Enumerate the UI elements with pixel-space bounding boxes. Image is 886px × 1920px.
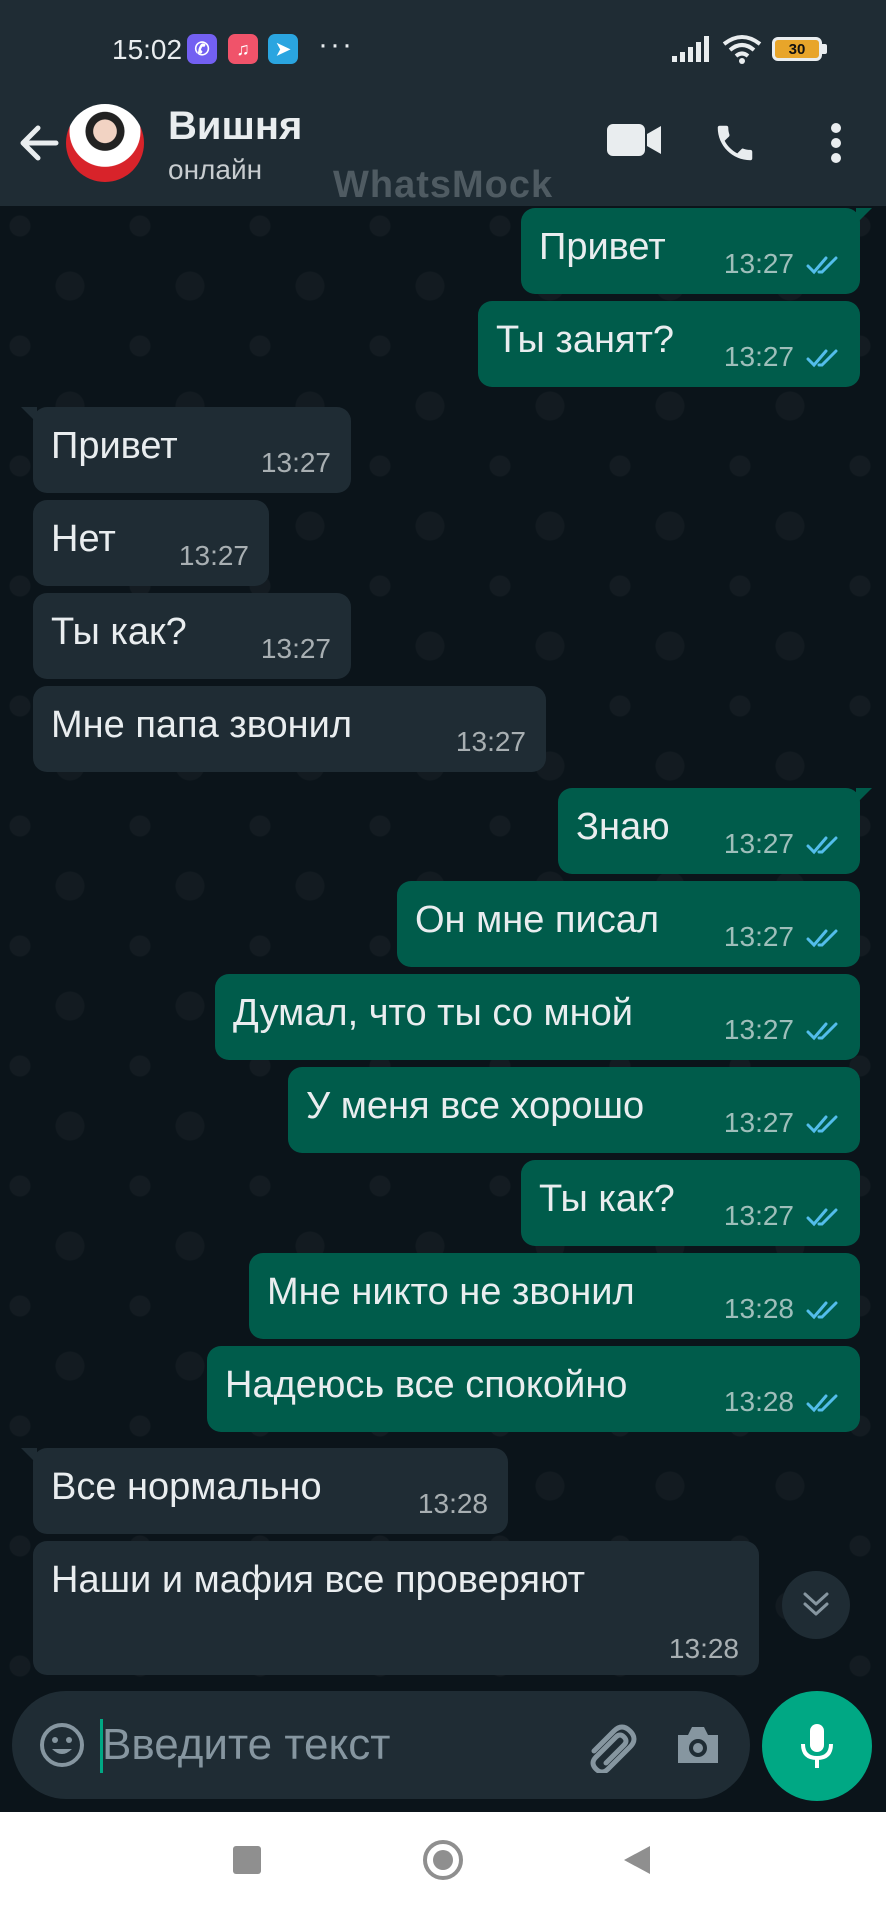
microphone-button[interactable] [762, 1691, 872, 1801]
outgoing-message[interactable]: Думал, что ты со мной 13:27 [215, 974, 860, 1060]
message-text: Ты как? [51, 611, 187, 653]
status-time: 15:02 [112, 34, 183, 65]
message-text: Привет [51, 425, 178, 467]
double-check-icon [806, 1022, 838, 1041]
incoming-message[interactable]: Нет 13:27 [33, 500, 269, 586]
outgoing-message[interactable]: Привет 13:27 [521, 208, 872, 294]
message-text: Знаю [576, 806, 670, 848]
contact-name[interactable]: Вишня [168, 104, 302, 149]
message-time: 13:28 [723, 1293, 794, 1324]
microphone-icon [801, 1724, 833, 1768]
chat-area[interactable]: Привет 13:27 Ты занят? 13:27 Привет 13:2… [0, 206, 886, 1692]
phone-icon[interactable] [712, 120, 758, 166]
back-triangle-icon[interactable] [622, 1844, 652, 1876]
status-bar: 15:02 ✆ ♫ ➤ ··· 30 [0, 0, 886, 82]
more-notifications-icon: ··· [318, 28, 354, 61]
message-text: Наши и мафия все проверяют [51, 1559, 586, 1601]
message-text: Думал, что ты со мной [233, 992, 634, 1034]
message-time: 13:27 [455, 726, 526, 757]
message-text: Ты занят? [496, 319, 675, 361]
outgoing-message[interactable]: Надеюсь все спокойно 13:28 [207, 1346, 860, 1432]
incoming-message[interactable]: Привет 13:27 [21, 407, 351, 493]
outgoing-message[interactable]: Ты занят? 13:27 [478, 301, 860, 387]
double-chevron-down-icon [803, 1592, 829, 1616]
home-button[interactable] [423, 1840, 463, 1880]
message-text: Мне папа звонил [51, 704, 353, 746]
wifi-icon [722, 35, 762, 64]
battery-level: 30 [788, 40, 806, 58]
message-time: 13:27 [178, 540, 249, 571]
message-time: 13:28 [417, 1488, 488, 1519]
double-check-icon [806, 1301, 838, 1320]
incoming-message[interactable]: Наши и мафия все проверяют 13:28 [33, 1541, 759, 1675]
message-time: 13:27 [723, 248, 794, 279]
battery-tip [822, 44, 827, 54]
message-text: Нет [51, 518, 116, 560]
message-time: 13:27 [723, 341, 794, 372]
message-text: Привет [539, 226, 666, 268]
incoming-message[interactable]: Ты как? 13:27 [33, 593, 351, 679]
paperclip-icon[interactable] [584, 1721, 640, 1773]
message-input[interactable] [102, 1715, 562, 1775]
message-composer [12, 1691, 750, 1799]
music-notification-icon: ♫ [228, 34, 258, 64]
message-time: 13:27 [260, 633, 331, 664]
bubble-tail [856, 208, 872, 224]
bubble-tail [21, 407, 37, 423]
incoming-message[interactable]: Все нормально 13:28 [21, 1448, 508, 1534]
outgoing-message[interactable]: Ты как? 13:27 [521, 1160, 860, 1246]
system-navigation-bar [0, 1812, 886, 1920]
message-text: Он мне писал [415, 899, 660, 941]
avatar[interactable] [66, 104, 144, 182]
emoji-icon[interactable] [38, 1721, 86, 1769]
message-time: 13:28 [723, 1386, 794, 1417]
watermark: WhatsMock [333, 164, 554, 206]
battery-icon: 30 [772, 37, 822, 61]
contact-status: онлайн [168, 154, 263, 185]
arrow-left-icon[interactable] [18, 122, 60, 164]
message-time: 13:27 [723, 1014, 794, 1045]
double-check-icon [806, 256, 838, 275]
message-text: Ты как? [539, 1178, 675, 1220]
double-check-icon [806, 1115, 838, 1134]
outgoing-message[interactable]: Знаю 13:27 [558, 788, 872, 874]
message-time: 13:27 [723, 921, 794, 952]
bubble-tail [21, 1448, 37, 1464]
double-check-icon [806, 1394, 838, 1413]
signal-icon [672, 36, 709, 62]
message-text: Все нормально [51, 1466, 322, 1508]
double-check-icon [806, 1208, 838, 1227]
message-text: У меня все хорошо [306, 1085, 645, 1127]
scroll-to-bottom-button[interactable] [782, 1571, 850, 1639]
double-check-icon [806, 836, 838, 855]
viber-notification-icon: ✆ [187, 34, 217, 64]
double-check-icon [806, 929, 838, 948]
video-camera-icon[interactable] [607, 122, 663, 158]
message-time: 13:27 [260, 447, 331, 478]
outgoing-message[interactable]: У меня все хорошо 13:27 [288, 1067, 860, 1153]
message-text: Надеюсь все спокойно [225, 1364, 628, 1406]
message-text: Мне никто не звонил [267, 1271, 635, 1313]
incoming-message[interactable]: Мне папа звонил 13:27 [33, 686, 546, 772]
telegram-notification-icon: ➤ [268, 34, 298, 64]
camera-icon[interactable] [674, 1723, 722, 1767]
message-time: 13:27 [723, 1107, 794, 1138]
message-time: 13:27 [723, 1200, 794, 1231]
more-vertical-icon[interactable] [826, 122, 846, 164]
outgoing-message[interactable]: Он мне писал 13:27 [397, 881, 860, 967]
message-time: 13:28 [668, 1633, 739, 1664]
outgoing-message[interactable]: Мне никто не звонил 13:28 [249, 1253, 860, 1339]
message-time: 13:27 [723, 828, 794, 859]
double-check-icon [806, 349, 838, 368]
recent-apps-button[interactable] [233, 1846, 261, 1874]
bubble-tail [856, 788, 872, 804]
chat-header: Вишня онлайн WhatsMock [0, 82, 886, 206]
